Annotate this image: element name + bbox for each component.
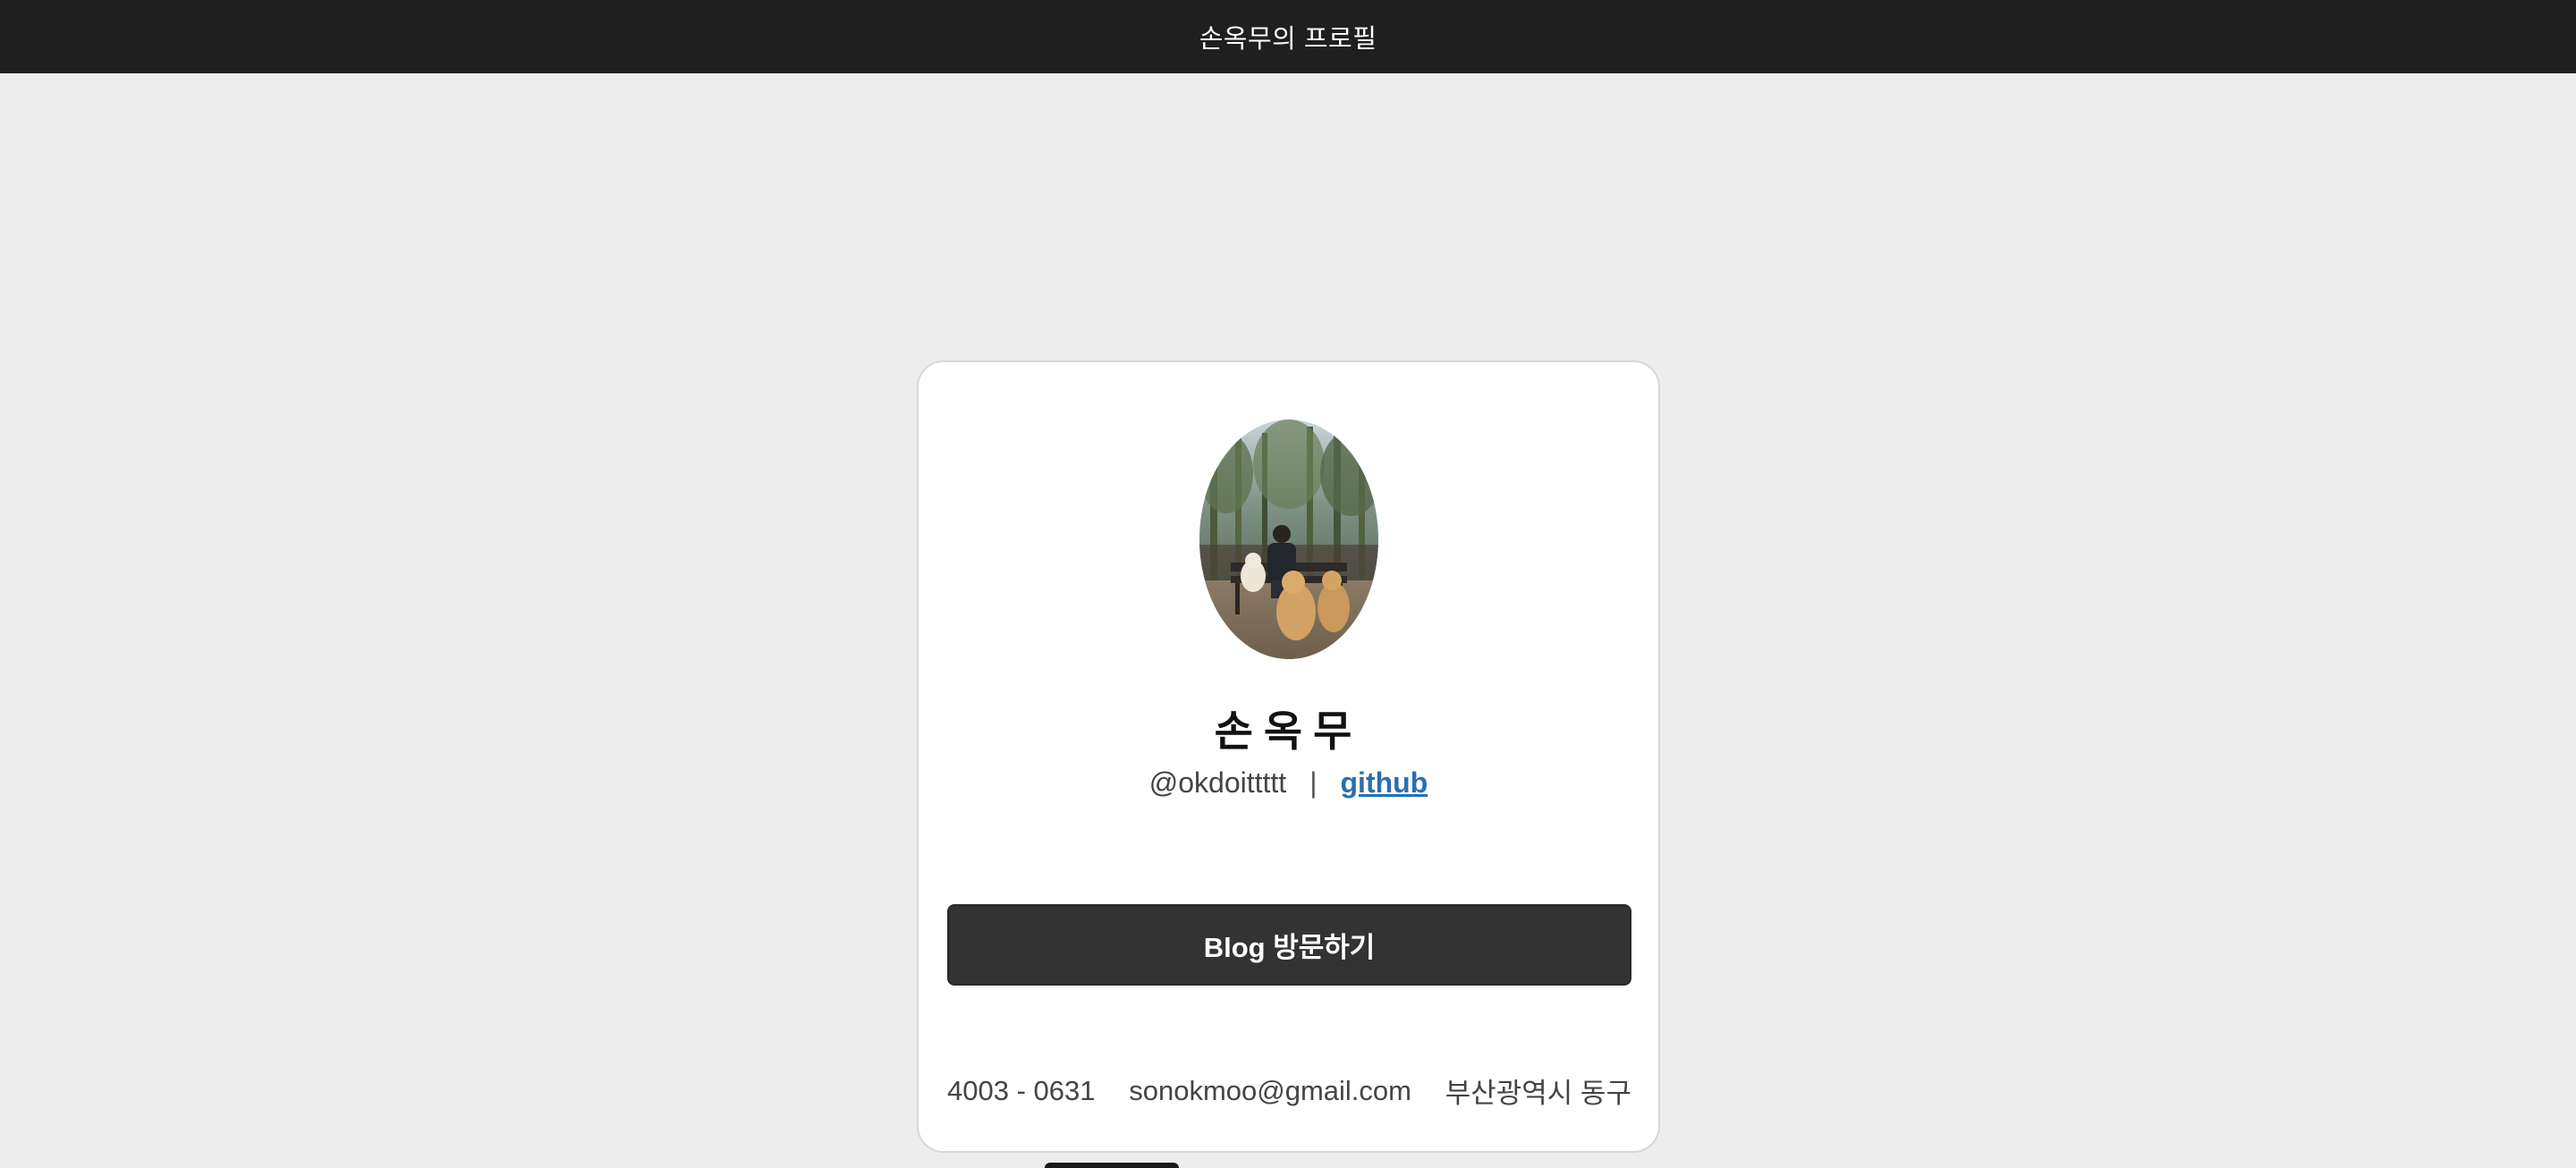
blog-visit-button[interactable]: Blog 방문하기 xyxy=(947,904,1631,986)
contact-phone: 4003 - 0631 xyxy=(947,1074,1096,1106)
github-link[interactable]: github xyxy=(1341,766,1428,800)
contact-info: 4003 - 0631 sonokmoo@gmail.com 부산광역시 동구 xyxy=(947,1071,1631,1111)
top-bar: 손옥무의 프로필 xyxy=(0,0,2576,73)
profile-handle: @okdoittttt xyxy=(1148,766,1287,799)
page-title: 손옥무의 프로필 xyxy=(1199,25,1377,54)
contact-address: 부산광역시 동구 xyxy=(1445,1078,1631,1109)
profile-card: 손옥무 @okdoittttt | github Blog 방문하기 4003 … xyxy=(917,360,1660,1153)
bottom-tab-handle xyxy=(1045,1163,1179,1168)
contact-email: sonokmoo@gmail.com xyxy=(1129,1074,1411,1106)
handle-row: @okdoittttt | github xyxy=(919,766,1658,800)
profile-photo-image xyxy=(1199,419,1378,659)
separator: | xyxy=(1309,766,1318,799)
profile-name: 손옥무 xyxy=(1214,707,1363,755)
profile-photo xyxy=(1199,419,1378,659)
